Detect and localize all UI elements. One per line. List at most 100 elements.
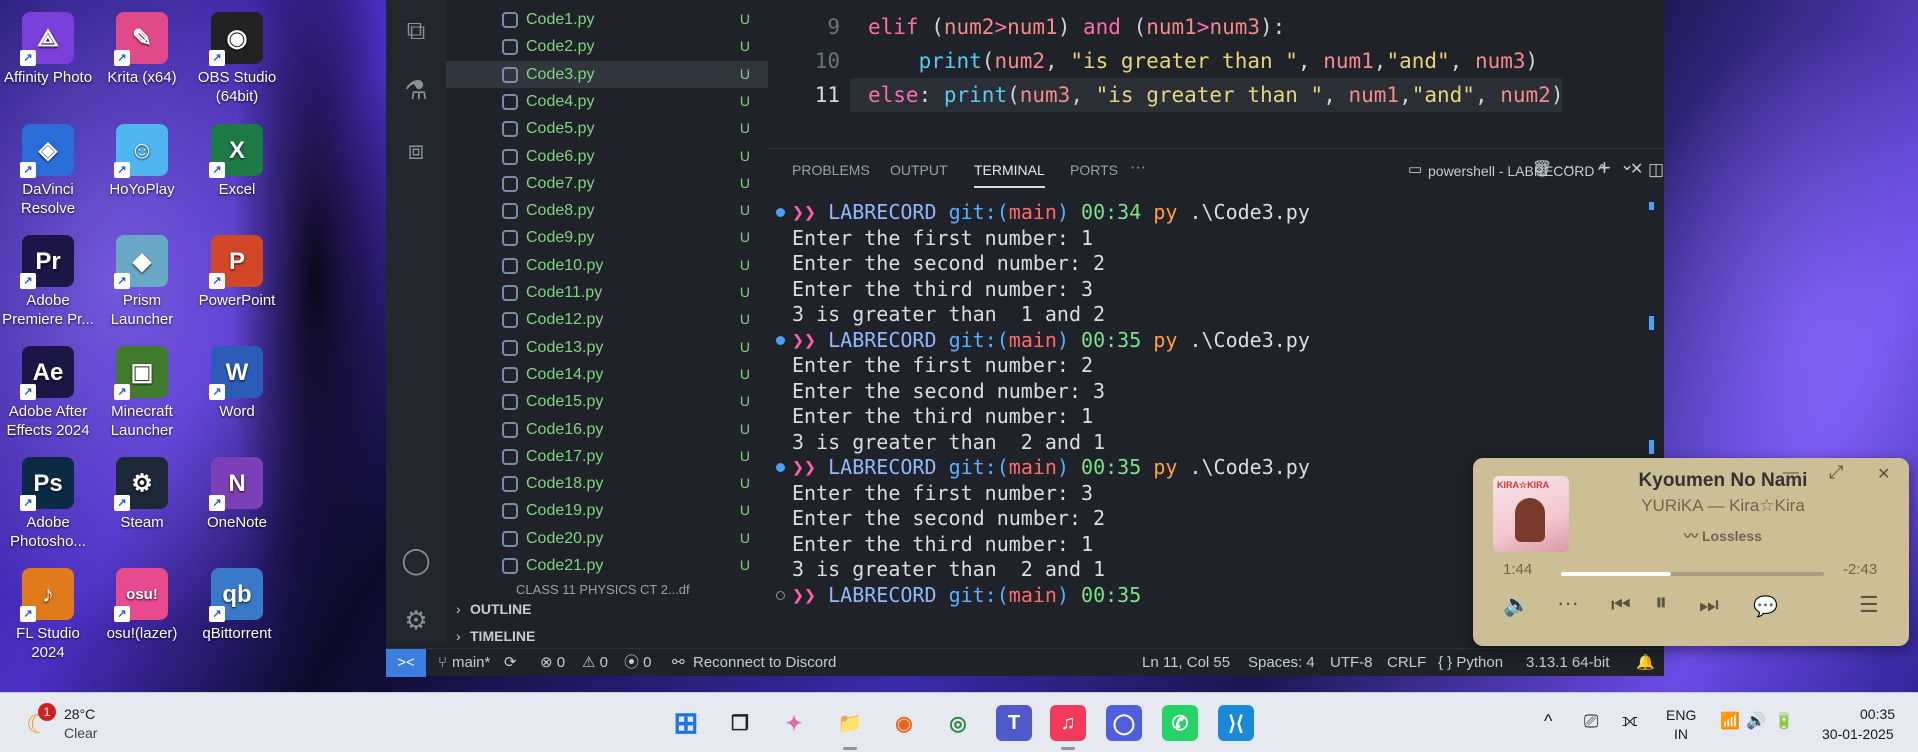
file-item[interactable]: Code3.py U (446, 60, 768, 88)
errors-count[interactable]: ⊗ 0 (540, 649, 565, 677)
split-terminal-icon[interactable]: ◫ (1648, 160, 1664, 180)
file-item[interactable]: Code6.py U (446, 143, 768, 170)
pause-icon[interactable]: ⏸ (1655, 589, 1667, 617)
tray-overflow-icon[interactable]: ^ (1544, 711, 1552, 732)
git-branch[interactable]: main* (452, 649, 490, 677)
file-item[interactable]: Code5.py U (446, 115, 768, 142)
ports-count[interactable]: ⦿ 0 (624, 649, 652, 677)
weather-widget[interactable]: ☾ 1 28°C Clear (20, 703, 140, 743)
settings-gear-icon[interactable]: ⚙ (400, 604, 432, 636)
terminal-more-icon[interactable]: ··· (1564, 158, 1580, 176)
tab-ports[interactable]: PORTS (1070, 162, 1118, 178)
close-panel-icon[interactable]: ✕ (1630, 159, 1643, 179)
outline-section[interactable]: › OUTLINE (446, 596, 768, 622)
command-status-dot[interactable] (776, 208, 785, 217)
desktop-shortcut[interactable]: X ↗ Excel (189, 124, 285, 199)
desktop-shortcut[interactable]: ⚙ ↗ Steam (94, 457, 190, 532)
timeline-section[interactable]: › TIMELINE (446, 623, 768, 649)
desktop-shortcut[interactable]: Ps ↗ Adobe Photosho... (0, 457, 96, 551)
file-item[interactable]: Code13.py U (446, 334, 768, 361)
tab-terminal[interactable]: TERMINAL (974, 162, 1045, 188)
file-item[interactable]: Code18.py U (446, 470, 768, 497)
kill-terminal-icon[interactable]: 🗑 (1532, 159, 1552, 179)
testing-icon[interactable]: ⚗ (400, 74, 432, 106)
command-status-dot[interactable] (776, 463, 785, 472)
line-endings[interactable]: CRLF (1387, 649, 1426, 677)
maximize-panel-icon[interactable]: ^ (1598, 162, 1606, 180)
next-track-icon[interactable]: ⏭ (1699, 592, 1719, 618)
firefox-icon[interactable]: ◉ (886, 705, 922, 741)
progress-bar[interactable] (1561, 572, 1824, 576)
lyrics-icon[interactable]: 💬 (1753, 594, 1778, 619)
remote-indicator[interactable]: >< (386, 649, 426, 677)
file-item[interactable]: Code20.py U (446, 525, 768, 552)
file-item[interactable]: Code2.py U (446, 33, 768, 60)
file-item[interactable]: Code12.py U (446, 306, 768, 333)
app-circle-icon[interactable]: ◯ (1106, 705, 1142, 741)
tab-output[interactable]: OUTPUT (890, 162, 948, 178)
vscode-icon[interactable]: ⟩⟨ (1218, 705, 1254, 741)
command-status-dot[interactable] (776, 335, 785, 345)
volume-icon[interactable]: 🔊 (1746, 711, 1766, 731)
desktop-shortcut[interactable]: ▣ ↗ Minecraft Launcher (94, 346, 190, 440)
file-item[interactable]: Code9.py U (446, 224, 768, 251)
teams-icon[interactable]: T (996, 705, 1032, 741)
start-icon[interactable]: ⊞ (668, 705, 704, 741)
previous-track-icon[interactable]: ⏮ (1611, 592, 1631, 618)
desktop-shortcut[interactable]: ✎ ↗ Krita (x64) (94, 12, 190, 87)
indentation[interactable]: Spaces: 4 (1248, 649, 1315, 677)
language-mode[interactable]: { } Python (1438, 649, 1503, 677)
desktop-shortcut[interactable]: ◆ ↗ Prism Launcher (94, 235, 190, 329)
more-options-icon[interactable]: ··· (1557, 590, 1579, 616)
desktop-shortcut[interactable]: N ↗ OneNote (189, 457, 285, 532)
clock-date[interactable]: 30-01-2025 (1822, 726, 1894, 742)
wifi-icon[interactable]: 📶 (1720, 711, 1740, 731)
tab-problems[interactable]: PROBLEMS (792, 162, 870, 178)
desktop-shortcut[interactable]: ⟁ ↗ Affinity Photo (0, 12, 96, 87)
desktop-shortcut[interactable]: P ↗ PowerPoint (189, 235, 285, 310)
bluetooth-icon[interactable]: ⟗ (1622, 710, 1638, 731)
region-label[interactable]: IN (1674, 726, 1688, 742)
accounts-icon[interactable]: ◯ (400, 544, 432, 576)
file-item[interactable]: Code17.py U (446, 443, 768, 470)
code-editor[interactable]: 9 elif (num2>num1) and (num1>num3): 10 pri… (768, 0, 1664, 148)
whatsapp-icon[interactable]: ✆ (1162, 705, 1198, 741)
desktop-shortcut[interactable]: ☺ ↗ HoYoPlay (94, 124, 190, 199)
remote-explorer-icon[interactable]: ⧈ (400, 134, 432, 166)
file-item[interactable]: Code11.py U (446, 279, 768, 306)
desktop-shortcut[interactable]: Ae ↗ Adobe After Effects 2024 (0, 346, 96, 440)
panel-more-icon[interactable]: ··· (1130, 159, 1146, 177)
language-label[interactable]: ENG (1666, 707, 1696, 723)
file-explorer-icon[interactable]: 📁 (832, 705, 868, 750)
file-item[interactable]: Code1.py U (446, 6, 768, 33)
cursor-position[interactable]: Ln 11, Col 55 (1142, 649, 1230, 677)
python-interpreter[interactable]: 3.13.1 64-bit (1526, 649, 1609, 677)
extensions-icon[interactable]: ⧉ (400, 14, 432, 46)
file-item[interactable]: Code16.py U (446, 416, 768, 443)
file-item[interactable]: Code19.py U (446, 497, 768, 524)
desktop-shortcut[interactable]: ◉ ↗ OBS Studio (64bit) (189, 12, 285, 106)
music-icon[interactable]: ♫ (1050, 705, 1086, 750)
chrome-icon[interactable]: ◎ (940, 705, 976, 741)
command-status-dot[interactable] (776, 590, 785, 600)
file-item[interactable]: Code8.py U (446, 197, 768, 224)
battery-icon[interactable]: 🔋 (1774, 711, 1794, 731)
notifications-bell-icon[interactable]: 🔔 (1636, 649, 1655, 677)
file-item[interactable]: Code10.py U (446, 252, 768, 279)
desktop-shortcut[interactable]: osu! ↗ osu!(lazer) (94, 568, 190, 643)
desktop-shortcut[interactable]: W ↗ Word (189, 346, 285, 421)
sync-icon[interactable]: ⟳ (504, 649, 517, 677)
warnings-count[interactable]: ⚠ 0 (582, 649, 608, 677)
discord-status[interactable]: Reconnect to Discord (693, 649, 836, 677)
desktop-shortcut[interactable]: Pr ↗ Adobe Premiere Pr... (0, 235, 96, 329)
file-item[interactable]: Code21.py U (446, 552, 768, 579)
volume-icon[interactable]: 🔉 (1503, 592, 1530, 618)
file-item[interactable]: Code4.py U (446, 88, 768, 115)
copilot-icon[interactable]: ✦ (776, 705, 812, 741)
clock-time[interactable]: 00:35 (1860, 706, 1895, 722)
close-icon[interactable]: ✕ (1877, 464, 1890, 484)
usb-icon[interactable]: ⎚ (1584, 711, 1598, 732)
desktop-shortcut[interactable]: ◈ ↗ DaVinci Resolve (0, 124, 96, 218)
queue-icon[interactable]: ☰ (1859, 592, 1879, 618)
file-item[interactable]: Code7.py U (446, 170, 768, 197)
